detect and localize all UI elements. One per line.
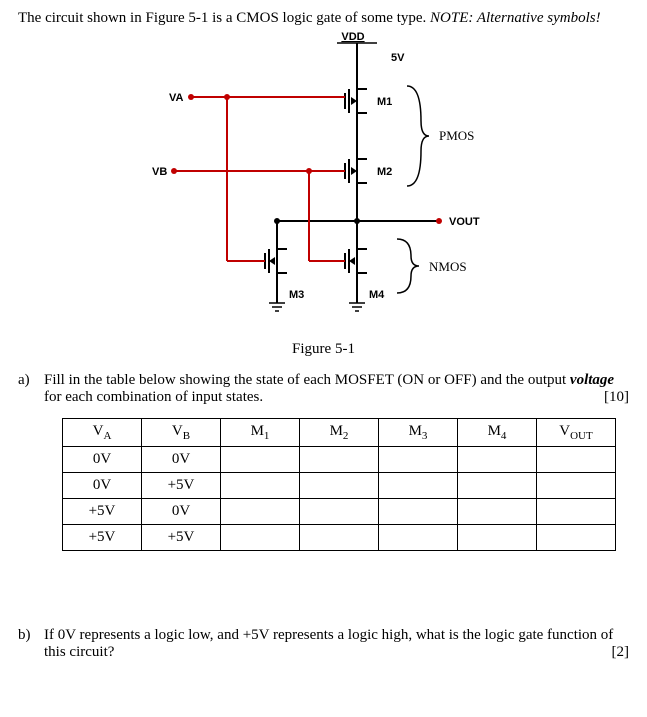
part-a-label: a) <box>18 372 44 389</box>
label-pmos: PMOS <box>439 128 474 143</box>
transistor-m4 <box>345 246 367 276</box>
col-vout: VOUT <box>537 419 616 447</box>
label-vdd: VDD <box>341 31 364 43</box>
transistor-m3 <box>265 246 287 276</box>
cell <box>221 499 300 525</box>
col-m1: M1 <box>221 419 300 447</box>
cell <box>537 525 616 551</box>
table-row: +5V 0V <box>63 499 616 525</box>
intro-main: The circuit shown in Figure 5-1 is a CMO… <box>18 10 430 26</box>
label-m2: M2 <box>377 166 392 178</box>
col-vb: VB <box>142 419 221 447</box>
cell <box>300 473 379 499</box>
brace-nmos <box>397 239 419 293</box>
part-a-body: Fill in the table below showing the stat… <box>44 372 629 551</box>
cell <box>221 525 300 551</box>
cell <box>379 447 458 473</box>
cell <box>458 525 537 551</box>
label-5v: 5V <box>391 52 405 64</box>
label-m4: M4 <box>369 289 385 301</box>
cell <box>537 499 616 525</box>
figure-caption: Figure 5-1 <box>18 341 629 358</box>
part-a-marks: [10] <box>604 389 629 406</box>
table-row: +5V +5V <box>63 525 616 551</box>
cell: 0V <box>142 447 221 473</box>
table-header-row: VA VB M1 M2 M3 M4 VOUT <box>63 419 616 447</box>
label-m3: M3 <box>289 289 304 301</box>
part-a-bold: voltage <box>570 372 614 388</box>
cell <box>379 473 458 499</box>
part-b-label: b) <box>18 627 44 644</box>
col-m2: M2 <box>300 419 379 447</box>
brace-pmos <box>407 86 429 186</box>
cell <box>458 473 537 499</box>
cell <box>221 473 300 499</box>
cell <box>379 499 458 525</box>
label-m1: M1 <box>377 96 392 108</box>
cell <box>458 499 537 525</box>
label-nmos: NMOS <box>429 259 467 274</box>
truth-table: VA VB M1 M2 M3 M4 VOUT 0V 0V 0V +5V <box>62 418 616 551</box>
circuit-diagram: VDD 5V M1 M2 PMOS VOUT <box>109 31 539 341</box>
table-row: 0V +5V <box>63 473 616 499</box>
part-b-text: If 0V represents a logic low, and +5V re… <box>44 627 613 660</box>
cell <box>458 447 537 473</box>
cell: +5V <box>142 525 221 551</box>
cell: 0V <box>63 447 142 473</box>
transistor-m2 <box>345 156 367 186</box>
cell <box>537 447 616 473</box>
part-a-text2: for each combination of input states. <box>44 389 263 405</box>
transistor-m1 <box>345 86 367 116</box>
cell: +5V <box>63 499 142 525</box>
cell: 0V <box>63 473 142 499</box>
cell <box>379 525 458 551</box>
label-vb: VB <box>152 166 167 178</box>
cell: +5V <box>63 525 142 551</box>
part-b-body: If 0V represents a logic low, and +5V re… <box>44 627 629 661</box>
intro-note: NOTE: Alternative symbols! <box>430 10 601 26</box>
cell: +5V <box>142 473 221 499</box>
cell <box>221 447 300 473</box>
col-va: VA <box>63 419 142 447</box>
figure-5-1: VDD 5V M1 M2 PMOS VOUT <box>18 31 629 341</box>
part-a-text1: Fill in the table below showing the stat… <box>44 372 570 388</box>
col-m4: M4 <box>458 419 537 447</box>
label-vout: VOUT <box>449 216 480 228</box>
part-b-marks: [2] <box>612 644 630 661</box>
label-va: VA <box>169 92 184 104</box>
cell: 0V <box>142 499 221 525</box>
intro-text: The circuit shown in Figure 5-1 is a CMO… <box>18 10 629 27</box>
cell <box>300 499 379 525</box>
part-b: b) If 0V represents a logic low, and +5V… <box>18 627 629 661</box>
cell <box>300 525 379 551</box>
table-row: 0V 0V <box>63 447 616 473</box>
cell <box>537 473 616 499</box>
cell <box>300 447 379 473</box>
col-m3: M3 <box>379 419 458 447</box>
part-a: a) Fill in the table below showing the s… <box>18 372 629 551</box>
